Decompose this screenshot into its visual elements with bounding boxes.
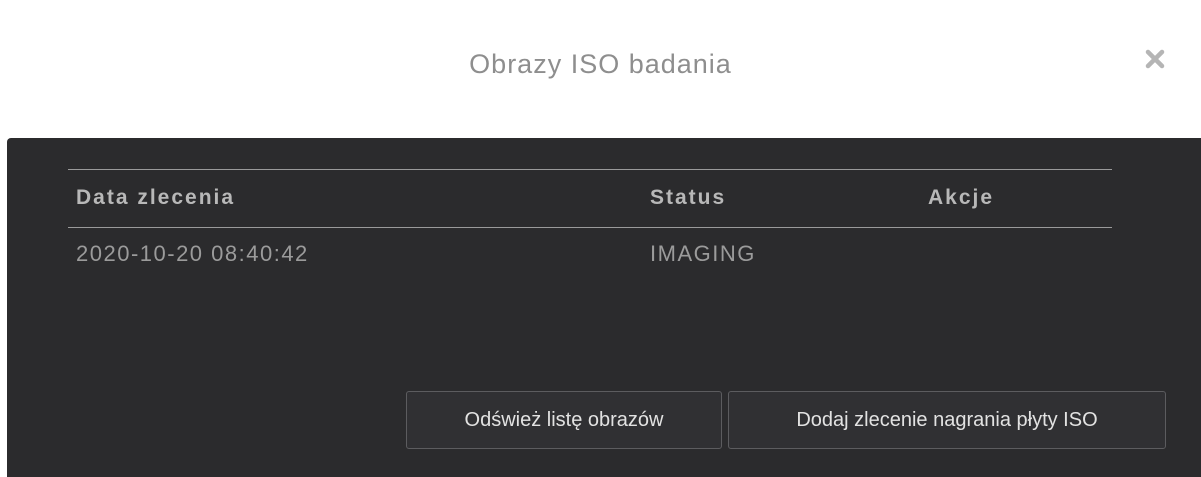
table-header-row: Data zlecenia Status Akcje — [68, 170, 1112, 227]
cell-status: IMAGING — [650, 241, 756, 266]
cell-date: 2020-10-20 08:40:42 — [76, 241, 309, 266]
close-icon — [1145, 49, 1165, 69]
dialog-title: Obrazy ISO badania — [469, 49, 732, 79]
dialog-body: Data zlecenia Status Akcje 2020-10-20 08… — [7, 138, 1201, 477]
close-button[interactable] — [1140, 44, 1170, 74]
column-header-status: Status — [650, 186, 727, 209]
column-header-date: Data zlecenia — [76, 186, 236, 209]
iso-images-table: Data zlecenia Status Akcje 2020-10-20 08… — [68, 169, 1112, 278]
add-iso-burn-order-button[interactable]: Dodaj zlecenie nagrania płyty ISO — [728, 391, 1166, 449]
refresh-images-button[interactable]: Odśwież listę obrazów — [406, 391, 722, 449]
table-row: 2020-10-20 08:40:42 IMAGING — [68, 228, 1112, 278]
column-header-actions: Akcje — [928, 186, 995, 209]
dialog-header: Obrazy ISO badania — [0, 0, 1201, 138]
iso-images-dialog: Obrazy ISO badania Data zlecenia Status … — [0, 0, 1201, 477]
